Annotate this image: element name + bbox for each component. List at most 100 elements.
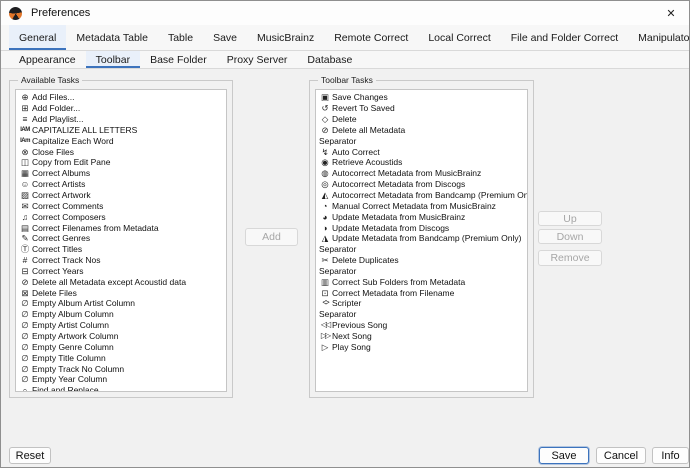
- task-item-empty-album-column[interactable]: ∅Empty Album Column: [18, 309, 226, 320]
- tab-general[interactable]: General: [9, 25, 66, 50]
- task-item-correct-track-nos[interactable]: #Correct Track Nos: [18, 255, 226, 266]
- info-button[interactable]: Info: [652, 447, 689, 464]
- task-item-correct-comments[interactable]: ✉Correct Comments: [18, 200, 226, 211]
- task-item-add-files[interactable]: ⊕Add Files...: [18, 92, 226, 103]
- task-item-delete-all-metadata-except-acoustid-data[interactable]: ⊘Delete all Metadata except Acoustid dat…: [18, 276, 226, 287]
- task-item-label: Update Metadata from Bandcamp (Premium O…: [332, 233, 521, 243]
- task-item-retrieve-acoustids[interactable]: ◉Retrieve Acoustids: [318, 157, 527, 168]
- task-item-delete-all-metadata[interactable]: ⊘Delete all Metadata: [318, 125, 527, 136]
- tab-musicbrainz[interactable]: MusicBrainz: [247, 25, 324, 50]
- task-item-scripter[interactable]: <>Scripter: [318, 298, 527, 309]
- task-item-capitalize-all-letters[interactable]: IAMCAPITALIZE ALL LETTERS: [18, 125, 226, 136]
- tab-proxy-server[interactable]: Proxy Server: [217, 51, 298, 68]
- task-item-correct-years[interactable]: ⊟Correct Years: [18, 266, 226, 277]
- task-item-previous-song[interactable]: ◁◁Previous Song: [318, 320, 527, 331]
- tab-appearance[interactable]: Appearance: [9, 51, 86, 68]
- task-item-add-folder[interactable]: ⊞Add Folder...: [18, 103, 226, 114]
- task-item-autocorrect-metadata-from-bandcamp-premium-only[interactable]: ◭Autocorrect Metadata from Bandcamp (Pre…: [318, 190, 527, 201]
- empty-artwork-column-icon: ∅: [18, 331, 32, 341]
- task-item-delete-duplicates[interactable]: ✂Delete Duplicates: [318, 255, 527, 266]
- separator-item[interactable]: Separator: [318, 135, 527, 146]
- reset-button[interactable]: Reset: [9, 447, 51, 464]
- separator-item[interactable]: Separator: [318, 244, 527, 255]
- task-item-manual-correct-metadata-from-musicbrainz[interactable]: ◔Manual Correct Metadata from MusicBrain…: [318, 200, 527, 211]
- toolbar-tasks-group: Toolbar Tasks ▣Save Changes↺Revert To Sa…: [309, 80, 534, 398]
- task-item-label: Correct Filenames from Metadata: [32, 223, 159, 233]
- task-item-correct-artwork[interactable]: ▨Correct Artwork: [18, 190, 226, 201]
- tab-remote-correct[interactable]: Remote Correct: [324, 25, 418, 50]
- add-playlist-icon: ≡: [18, 114, 32, 124]
- task-item-save-changes[interactable]: ▣Save Changes: [318, 92, 527, 103]
- task-item-label: Scripter: [332, 298, 361, 308]
- separator-item[interactable]: Separator: [318, 266, 527, 277]
- tab-table[interactable]: Table: [158, 25, 203, 50]
- task-item-correct-artists[interactable]: ☺Correct Artists: [18, 179, 226, 190]
- task-item-empty-year-column[interactable]: ∅Empty Year Column: [18, 374, 226, 385]
- task-item-correct-metadata-from-filename[interactable]: ⊡Correct Metadata from Filename: [318, 287, 527, 298]
- task-item-correct-genres[interactable]: ✎Correct Genres: [18, 233, 226, 244]
- delete-duplicates-icon: ✂: [318, 255, 332, 265]
- tab-file-and-folder-correct[interactable]: File and Folder Correct: [501, 25, 628, 50]
- play-song-icon: ▷: [318, 342, 332, 352]
- task-item-auto-correct[interactable]: ↯Auto Correct: [318, 146, 527, 157]
- task-item-find-and-replace[interactable]: ⌕Find and Replace: [18, 385, 226, 392]
- tab-toolbar[interactable]: Toolbar: [86, 51, 140, 68]
- task-item-correct-composers[interactable]: ♫Correct Composers: [18, 211, 226, 222]
- save-button[interactable]: Save: [539, 447, 589, 464]
- task-item-label: Add Files...: [32, 92, 75, 102]
- task-item-correct-albums[interactable]: ▦Correct Albums: [18, 168, 226, 179]
- up-button[interactable]: Up: [538, 211, 602, 226]
- task-item-empty-album-artist-column[interactable]: ∅Empty Album Artist Column: [18, 298, 226, 309]
- copy-from-edit-pane-icon: ◫: [18, 157, 32, 167]
- tab-local-correct[interactable]: Local Correct: [418, 25, 500, 50]
- down-button[interactable]: Down: [538, 229, 602, 244]
- remove-button[interactable]: Remove: [538, 250, 602, 266]
- retrieve-acoustids-icon: ◉: [318, 157, 332, 167]
- task-item-label: Empty Artwork Column: [32, 331, 118, 341]
- add-button[interactable]: Add: [245, 228, 298, 246]
- separator-item[interactable]: Separator: [318, 309, 527, 320]
- task-item-update-metadata-from-musicbrainz[interactable]: ◕Update Metadata from MusicBrainz: [318, 211, 527, 222]
- task-item-delete-files[interactable]: ⊠Delete Files: [18, 287, 226, 298]
- task-item-add-playlist[interactable]: ≡Add Playlist...: [18, 114, 226, 125]
- task-item-autocorrect-metadata-from-musicbrainz[interactable]: ◍Autocorrect Metadata from MusicBrainz: [318, 168, 527, 179]
- task-item-label: Copy from Edit Pane: [32, 157, 110, 167]
- cancel-button[interactable]: Cancel: [596, 447, 646, 464]
- task-item-delete[interactable]: ◇Delete: [318, 114, 527, 125]
- task-item-correct-sub-folders-from-metadata[interactable]: ▥Correct Sub Folders from Metadata: [318, 276, 527, 287]
- task-item-label: Add Playlist...: [32, 114, 84, 124]
- available-tasks-group: Available Tasks ⊕Add Files...⊞Add Folder…: [9, 80, 233, 398]
- correct-artwork-icon: ▨: [18, 190, 32, 200]
- task-item-capitalize-each-word[interactable]: IAmCapitalize Each Word: [18, 135, 226, 146]
- tab-metadata-table[interactable]: Metadata Table: [66, 25, 158, 50]
- tab-base-folder[interactable]: Base Folder: [140, 51, 217, 68]
- task-item-revert-to-saved[interactable]: ↺Revert To Saved: [318, 103, 527, 114]
- tab-database[interactable]: Database: [297, 51, 362, 68]
- task-item-correct-filenames-from-metadata[interactable]: ▤Correct Filenames from Metadata: [18, 222, 226, 233]
- task-item-empty-genre-column[interactable]: ∅Empty Genre Column: [18, 341, 226, 352]
- task-item-empty-artist-column[interactable]: ∅Empty Artist Column: [18, 320, 226, 331]
- correct-albums-icon: ▦: [18, 168, 32, 178]
- task-item-correct-titles[interactable]: ⓉCorrect Titles: [18, 244, 226, 255]
- task-item-next-song[interactable]: ▷▷Next Song: [318, 331, 527, 342]
- task-item-label: Correct Titles: [32, 244, 82, 254]
- task-item-autocorrect-metadata-from-discogs[interactable]: ◎Autocorrect Metadata from Discogs: [318, 179, 527, 190]
- close-icon[interactable]: ✕: [653, 1, 689, 25]
- empty-artist-column-icon: ∅: [18, 320, 32, 330]
- available-tasks-list[interactable]: ⊕Add Files...⊞Add Folder...≡Add Playlist…: [15, 89, 227, 392]
- task-item-label: Update Metadata from MusicBrainz: [332, 212, 465, 222]
- task-item-empty-title-column[interactable]: ∅Empty Title Column: [18, 352, 226, 363]
- task-item-label: Separator: [319, 309, 356, 319]
- task-item-update-metadata-from-discogs[interactable]: ◑Update Metadata from Discogs: [318, 222, 527, 233]
- tab-manipulators[interactable]: Manipulators: [628, 25, 690, 50]
- toolbar-tasks-list[interactable]: ▣Save Changes↺Revert To Saved◇Delete⊘Del…: [315, 89, 528, 392]
- task-item-play-song[interactable]: ▷Play Song: [318, 341, 527, 352]
- task-item-close-files[interactable]: ⊗Close Files: [18, 146, 226, 157]
- task-item-copy-from-edit-pane[interactable]: ◫Copy from Edit Pane: [18, 157, 226, 168]
- task-item-empty-track-no-column[interactable]: ∅Empty Track No Column: [18, 363, 226, 374]
- task-item-label: Correct Metadata from Filename: [332, 288, 454, 298]
- task-item-empty-artwork-column[interactable]: ∅Empty Artwork Column: [18, 331, 226, 342]
- task-item-label: Empty Album Artist Column: [32, 298, 135, 308]
- tab-save[interactable]: Save: [203, 25, 247, 50]
- task-item-update-metadata-from-bandcamp-premium-only[interactable]: ◮Update Metadata from Bandcamp (Premium …: [318, 233, 527, 244]
